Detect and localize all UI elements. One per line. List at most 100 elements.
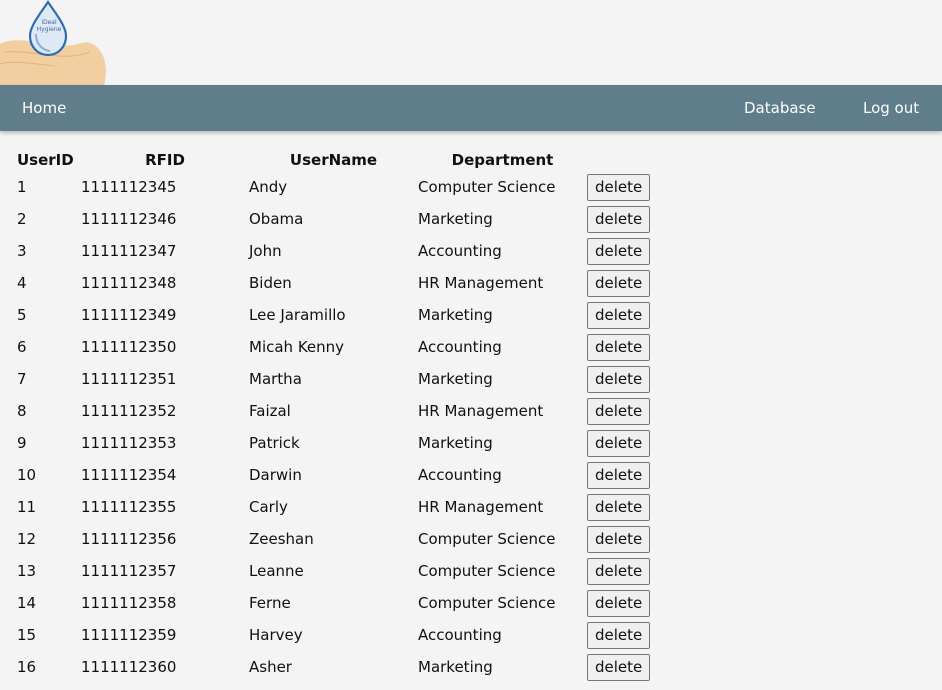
cell-user-name: Ferne bbox=[249, 594, 291, 612]
delete-button[interactable]: delete bbox=[587, 429, 651, 457]
cell-user-name: John bbox=[249, 242, 282, 260]
table-row: 14 1111112358 Ferne Computer Science del… bbox=[14, 587, 667, 619]
nav-database-link[interactable]: Database bbox=[744, 85, 816, 131]
cell-department: Computer Science bbox=[418, 594, 556, 612]
cell-user-name: Patrick bbox=[249, 434, 300, 452]
cell-user-id: 16 bbox=[17, 658, 37, 676]
cell-user-name: Faizal bbox=[249, 402, 291, 420]
table-row: 7 1111112351 Martha Marketing delete bbox=[14, 363, 667, 395]
cell-user-id: 5 bbox=[17, 306, 27, 324]
cell-department: HR Management bbox=[418, 498, 544, 516]
cell-department: Accounting bbox=[418, 338, 502, 356]
cell-user-id: 11 bbox=[17, 498, 37, 516]
cell-department: Computer Science bbox=[418, 530, 556, 548]
delete-button[interactable]: delete bbox=[587, 333, 651, 361]
cell-department: HR Management bbox=[418, 274, 544, 292]
cell-user-name: Martha bbox=[249, 370, 302, 388]
cell-actions: delete bbox=[587, 523, 667, 555]
nav-home-link[interactable]: Home bbox=[22, 85, 66, 131]
cell-rfid: 1111112360 bbox=[81, 658, 177, 676]
table-row: 5 1111112349 Lee Jaramillo Marketing del… bbox=[14, 299, 667, 331]
cell-department: Marketing bbox=[418, 306, 493, 324]
delete-button[interactable]: delete bbox=[587, 557, 651, 585]
cell-user-id: 7 bbox=[17, 370, 27, 388]
cell-rfid: 1111112354 bbox=[81, 466, 177, 484]
delete-button[interactable]: delete bbox=[587, 589, 651, 617]
cell-actions: delete bbox=[587, 171, 667, 203]
cell-actions: delete bbox=[587, 619, 667, 651]
delete-button[interactable]: delete bbox=[587, 493, 651, 521]
header-user-name: UserName bbox=[289, 151, 378, 169]
cell-actions: delete bbox=[587, 459, 667, 491]
cell-actions: delete bbox=[587, 331, 667, 363]
cell-actions: delete bbox=[587, 651, 667, 683]
cell-actions: delete bbox=[587, 395, 667, 427]
table-row: 15 1111112359 Harvey Accounting delete bbox=[14, 619, 667, 651]
cell-user-id: 1 bbox=[17, 178, 27, 196]
logo-text: iDeal Hygiene bbox=[31, 19, 67, 33]
cell-user-name: Andy bbox=[249, 178, 288, 196]
cell-actions: delete bbox=[587, 491, 667, 523]
cell-user-name: Asher bbox=[249, 658, 292, 676]
delete-button[interactable]: delete bbox=[587, 173, 651, 201]
delete-button[interactable]: delete bbox=[587, 205, 651, 233]
cell-department: Accounting bbox=[418, 242, 502, 260]
table-row: 4 1111112348 Biden HR Management delete bbox=[14, 267, 667, 299]
table-row: 8 1111112352 Faizal HR Management delete bbox=[14, 395, 667, 427]
top-navbar: Home Database Log out bbox=[0, 85, 942, 131]
table-row: 2 1111112346 Obama Marketing delete bbox=[14, 203, 667, 235]
cell-rfid: 1111112345 bbox=[81, 178, 177, 196]
cell-department: Marketing bbox=[418, 434, 493, 452]
cell-user-id: 2 bbox=[17, 210, 27, 228]
cell-actions: delete bbox=[587, 555, 667, 587]
delete-button[interactable]: delete bbox=[587, 301, 651, 329]
nav-logout-link[interactable]: Log out bbox=[863, 85, 919, 131]
cell-department: Accounting bbox=[418, 626, 502, 644]
cell-rfid: 1111112359 bbox=[81, 626, 177, 644]
cell-user-id: 4 bbox=[17, 274, 27, 292]
cell-user-id: 3 bbox=[17, 242, 27, 260]
cell-rfid: 1111112348 bbox=[81, 274, 177, 292]
delete-button[interactable]: delete bbox=[587, 237, 651, 265]
delete-button[interactable]: delete bbox=[587, 621, 651, 649]
table-body: 1 1111112345 Andy Computer Science delet… bbox=[14, 171, 667, 683]
cell-actions: delete bbox=[587, 363, 667, 395]
delete-button[interactable]: delete bbox=[587, 269, 651, 297]
logo-text-line1: iDeal bbox=[41, 19, 57, 26]
cell-user-name: Obama bbox=[249, 210, 304, 228]
cell-department: Computer Science bbox=[418, 562, 556, 580]
cell-user-id: 6 bbox=[17, 338, 27, 356]
delete-button[interactable]: delete bbox=[587, 461, 651, 489]
logo-graphic bbox=[0, 0, 106, 85]
header-user-id: UserID bbox=[17, 151, 74, 169]
cell-rfid: 1111112346 bbox=[81, 210, 177, 228]
cell-rfid: 1111112351 bbox=[81, 370, 177, 388]
logo-text-line2: Hygiene bbox=[36, 26, 62, 33]
delete-button[interactable]: delete bbox=[587, 365, 651, 393]
cell-actions: delete bbox=[587, 235, 667, 267]
cell-department: Marketing bbox=[418, 210, 493, 228]
table-row: 9 1111112353 Patrick Marketing delete bbox=[14, 427, 667, 459]
delete-button[interactable]: delete bbox=[587, 525, 651, 553]
header-actions bbox=[587, 149, 667, 171]
cell-department: Marketing bbox=[418, 658, 493, 676]
hand-water-drop-logo: iDeal Hygiene bbox=[0, 0, 110, 85]
cell-user-id: 10 bbox=[17, 466, 37, 484]
header-department: Department bbox=[451, 151, 554, 169]
cell-user-id: 14 bbox=[17, 594, 37, 612]
cell-actions: delete bbox=[587, 427, 667, 459]
cell-user-name: Micah Kenny bbox=[249, 338, 345, 356]
cell-user-name: Lee Jaramillo bbox=[249, 306, 346, 324]
delete-button[interactable]: delete bbox=[587, 397, 651, 425]
cell-rfid: 1111112347 bbox=[81, 242, 177, 260]
table-row: 3 1111112347 John Accounting delete bbox=[14, 235, 667, 267]
cell-department: Computer Science bbox=[418, 178, 556, 196]
cell-rfid: 1111112352 bbox=[81, 402, 177, 420]
cell-user-name: Biden bbox=[249, 274, 292, 292]
header-rfid: RFID bbox=[145, 151, 185, 169]
delete-button[interactable]: delete bbox=[587, 653, 651, 681]
table-row: 12 1111112356 Zeeshan Computer Science d… bbox=[14, 523, 667, 555]
table-row: 13 1111112357 Leanne Computer Science de… bbox=[14, 555, 667, 587]
cell-actions: delete bbox=[587, 203, 667, 235]
cell-user-id: 8 bbox=[17, 402, 27, 420]
